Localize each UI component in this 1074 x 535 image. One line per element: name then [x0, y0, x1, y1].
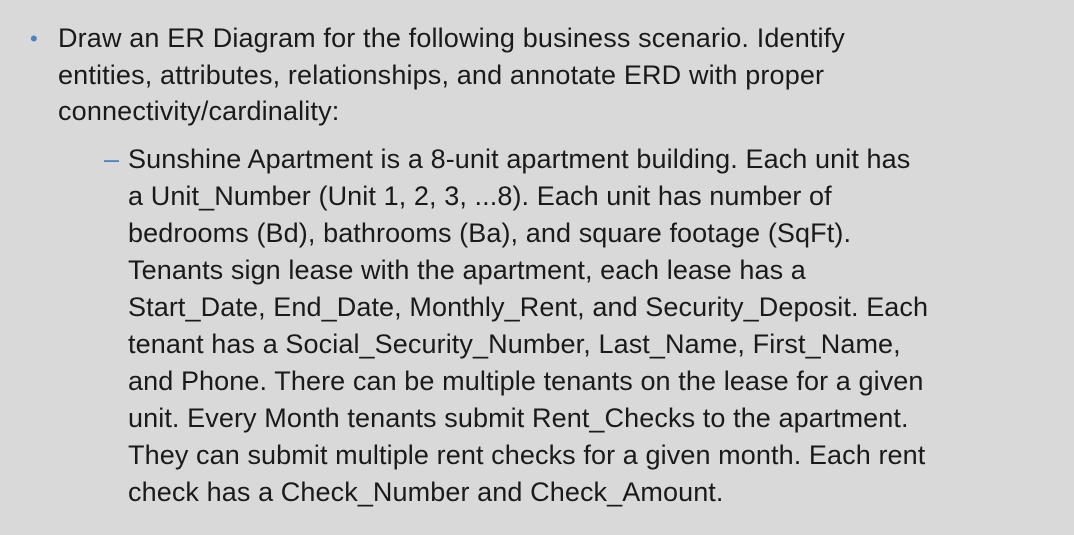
scenario-line: bedrooms (Bd), bathrooms (Ba), and squar…	[128, 218, 852, 248]
scenario-line: Tenants sign lease with the apartment, e…	[128, 255, 806, 285]
question-line: connectivity/cardinality:	[58, 96, 340, 126]
scenario-line: Sunshine Apartment is a 8-unit apartment…	[128, 144, 911, 174]
slide: • Draw an ER Diagram for the following b…	[0, 0, 1074, 535]
scenario-line: check has a Check_Number and Check_Amoun…	[128, 477, 724, 507]
dash-bullet-icon: –	[104, 144, 120, 174]
scenario-line: Start_Date, End_Date, Monthly_Rent, and …	[128, 292, 929, 322]
scenario-line: unit. Every Month tenants submit Rent_Ch…	[128, 403, 909, 433]
scenario-line: a Unit_Number (Unit 1, 2, 3, ...8). Each…	[128, 181, 832, 211]
question-text: Draw an ER Diagram for the following bus…	[58, 20, 845, 130]
question-line: Draw an ER Diagram for the following bus…	[58, 23, 845, 53]
scenario-line: They can submit multiple rent checks for…	[128, 440, 926, 470]
scenario-line: tenant has a Social_Security_Number, Las…	[128, 329, 901, 359]
scenario-line: and Phone. There can be multiple tenants…	[128, 366, 924, 396]
bullet-dot-icon: •	[30, 26, 38, 51]
scenario-bullet: – Sunshine Apartment is a 8-unit apartme…	[104, 141, 1054, 511]
question-bullet: • Draw an ER Diagram for the following b…	[30, 20, 1040, 130]
question-line: entities, attributes, relationships, and…	[58, 59, 825, 90]
scenario-text: Sunshine Apartment is a 8-unit apartment…	[128, 141, 928, 511]
